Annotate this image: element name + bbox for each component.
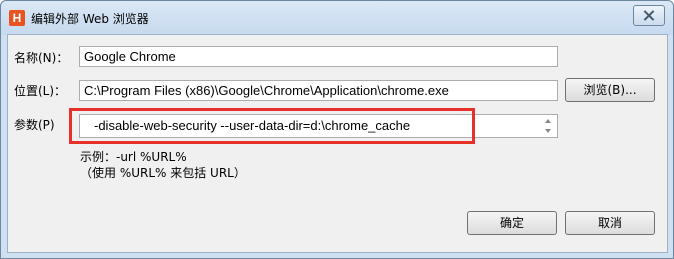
close-icon[interactable] xyxy=(633,5,665,26)
location-input[interactable]: C:\Program Files (x86)\Google\Chrome\App… xyxy=(79,80,558,101)
name-label: 名称(N)： xyxy=(14,51,69,65)
chevron-down-icon[interactable] xyxy=(545,129,551,133)
highlight-box xyxy=(69,108,475,144)
chevron-up-icon[interactable] xyxy=(545,119,551,123)
dialog-title: 编辑外部 Web 浏览器 xyxy=(31,12,149,26)
params-label: 参数(P) xyxy=(14,118,55,132)
cancel-button[interactable]: 取消 xyxy=(565,211,655,235)
ok-button[interactable]: 确定 xyxy=(467,211,557,235)
name-input[interactable]: Google Chrome xyxy=(79,46,558,67)
title-bar[interactable]: H 编辑外部 Web 浏览器 xyxy=(1,1,673,35)
hint-usage: （使用 %URL% 来包括 URL） xyxy=(80,166,246,180)
params-spinner[interactable] xyxy=(541,115,557,137)
dialog-window: H 编辑外部 Web 浏览器 名称(N)： Google Chrome 位置(L… xyxy=(0,0,674,259)
app-icon: H xyxy=(9,10,25,26)
hint-example: 示例：-url %URL% xyxy=(80,150,187,164)
browse-button[interactable]: 浏览(B)... xyxy=(565,78,655,102)
location-label: 位置(L)： xyxy=(14,84,67,98)
dialog-body: 名称(N)： Google Chrome 位置(L)： C:\Program F… xyxy=(7,34,668,253)
